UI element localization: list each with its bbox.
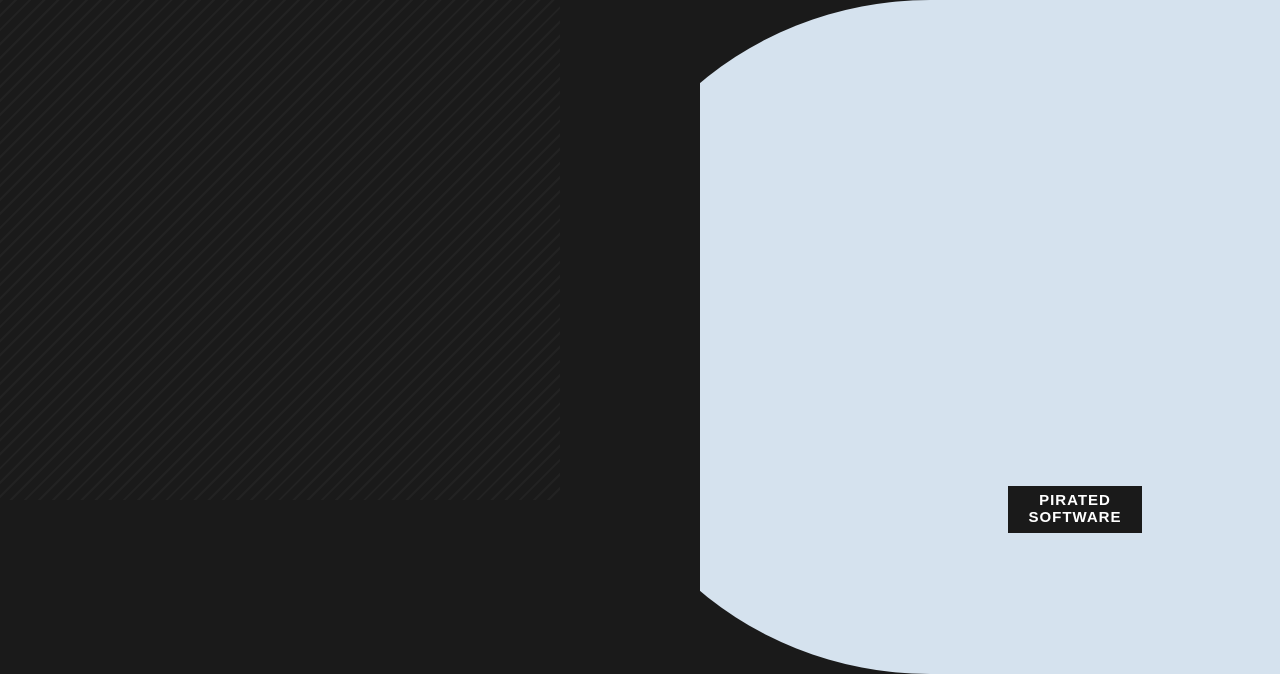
pirated-label-line-1: PIRATED [1018,492,1132,509]
left-dark-panel [0,0,700,674]
diagonal-stripe-pattern [0,0,560,500]
blog-hero-image: WHAT IS TROJAN: WIN32/ACLL? How To Remov… [0,0,1280,674]
pirated-software-label: PIRATED SOFTWARE [1008,486,1142,533]
pirated-label-line-2: SOFTWARE [1018,509,1132,526]
